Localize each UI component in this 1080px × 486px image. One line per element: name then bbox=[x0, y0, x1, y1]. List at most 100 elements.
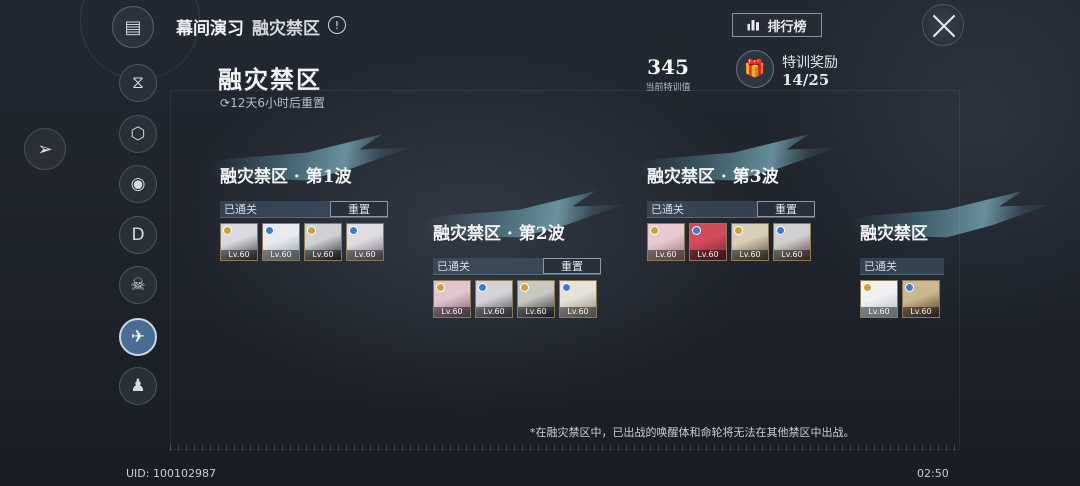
character-portrait[interactable]: Lv.60 bbox=[517, 280, 555, 318]
book-icon: ▤ bbox=[112, 6, 154, 48]
sidebar-item-2[interactable]: ◉ bbox=[119, 165, 157, 203]
user-id: UID: 100102987 bbox=[126, 467, 216, 480]
sidebar-item-4[interactable]: ☠ bbox=[119, 266, 157, 304]
element-badge-icon bbox=[562, 283, 571, 292]
character-level: Lv.60 bbox=[221, 250, 257, 260]
character-level: Lv.60 bbox=[903, 307, 939, 317]
character-portrait[interactable]: Lv.60 bbox=[860, 280, 898, 318]
character-level: Lv.60 bbox=[476, 307, 512, 317]
wave-card-2[interactable]: 融灾禁区 · 第2波已通关 重置 Lv.60 Lv.60 Lv.60 Lv.60 bbox=[393, 191, 623, 318]
sidebar-item-6[interactable]: ♟ bbox=[119, 367, 157, 405]
character-portrait[interactable]: Lv.60 bbox=[559, 280, 597, 318]
sidebar-item-0[interactable]: ⧖ bbox=[119, 64, 157, 102]
character-portrait[interactable]: Lv.60 bbox=[262, 223, 300, 261]
reset-button[interactable]: 重置 bbox=[543, 258, 601, 274]
wave-title: 融灾禁区 · 第3波 bbox=[647, 167, 779, 187]
sidebar-item-3[interactable]: D bbox=[119, 216, 157, 254]
character-portrait[interactable]: Lv.60 bbox=[902, 280, 940, 318]
leaderboard-label: 排行榜 bbox=[767, 19, 807, 35]
page-title: 幕间演习 bbox=[176, 19, 244, 39]
wave-card-1[interactable]: 融灾禁区 · 第1波已通关 重置 Lv.60 Lv.60 Lv.60 Lv.60 bbox=[180, 134, 410, 261]
wave-status-bar: 已通关 重置 bbox=[220, 201, 388, 218]
character-level: Lv.60 bbox=[518, 307, 554, 317]
character-list: Lv.60 Lv.60 Lv.60 Lv.60 bbox=[433, 280, 601, 318]
element-badge-icon bbox=[863, 283, 872, 292]
sidebar-item-5[interactable]: ✈ bbox=[119, 318, 157, 356]
wave-status: 已通关 bbox=[864, 260, 897, 273]
wave-status-bar: 已通关 重置 bbox=[433, 258, 601, 275]
element-badge-icon bbox=[436, 283, 445, 292]
bg-ruler-decoration bbox=[170, 445, 960, 451]
reset-timer-text: 12天6小时后重置 bbox=[230, 96, 325, 110]
info-icon[interactable]: ! bbox=[328, 16, 346, 34]
character-portrait[interactable]: Lv.60 bbox=[689, 223, 727, 261]
character-level: Lv.60 bbox=[861, 307, 897, 317]
character-list: Lv.60 Lv.60 Lv.60 Lv.60 bbox=[220, 223, 388, 261]
character-level: Lv.60 bbox=[648, 250, 684, 260]
close-button[interactable] bbox=[922, 4, 964, 46]
gift-icon[interactable]: 🎁 bbox=[736, 50, 774, 88]
character-level: Lv.60 bbox=[263, 250, 299, 260]
training-score: 345 当前特训值 bbox=[638, 55, 698, 93]
character-list: Lv.60 Lv.60 Lv.60 Lv.60 bbox=[647, 223, 815, 261]
character-portrait[interactable]: Lv.60 bbox=[346, 223, 384, 261]
wave-status: 已通关 bbox=[224, 203, 257, 216]
wave-title: 融灾禁区 bbox=[860, 224, 928, 244]
footer-note: *在融灾禁区中，已出战的唤醒体和命轮将无法在其他禁区中出战。 bbox=[530, 426, 855, 439]
calendar-d-icon: D bbox=[131, 225, 145, 245]
sidebar-item-1[interactable]: ⬡ bbox=[119, 115, 157, 153]
character-level: Lv.60 bbox=[347, 250, 383, 260]
reset-timer: ⟳12天6小时后重置 bbox=[220, 94, 325, 111]
character-portrait[interactable]: Lv.60 bbox=[731, 223, 769, 261]
character-level: Lv.60 bbox=[305, 250, 341, 260]
character-portrait[interactable]: Lv.60 bbox=[433, 280, 471, 318]
skull-icon: ☠ bbox=[130, 275, 146, 295]
character-portrait[interactable]: Lv.60 bbox=[220, 223, 258, 261]
character-level: Lv.60 bbox=[774, 250, 810, 260]
element-badge-icon bbox=[349, 226, 358, 235]
character-portrait[interactable]: Lv.60 bbox=[475, 280, 513, 318]
reset-button[interactable]: 重置 bbox=[330, 201, 388, 217]
wave-card-4[interactable]: 融灾禁区已通关 Lv.60 Lv.60 bbox=[820, 191, 1050, 318]
wave-status: 已通关 bbox=[437, 260, 470, 273]
dna-icon: ⧖ bbox=[132, 73, 144, 93]
element-badge-icon bbox=[223, 226, 232, 235]
wave-status-bar: 已通关 bbox=[860, 258, 944, 275]
wave-title: 融灾禁区 · 第2波 bbox=[433, 224, 565, 244]
paper-plane-icon: ➢ bbox=[37, 138, 53, 160]
training-score-value: 345 bbox=[647, 55, 689, 79]
clock: 02:50 bbox=[917, 467, 949, 480]
wave-card-3[interactable]: 融灾禁区 · 第3波已通关 重置 Lv.60 Lv.60 Lv.60 Lv.60 bbox=[607, 134, 837, 261]
element-badge-icon bbox=[692, 226, 701, 235]
element-badge-icon bbox=[734, 226, 743, 235]
refresh-icon: ⟳ bbox=[220, 96, 231, 110]
element-badge-icon bbox=[650, 226, 659, 235]
navigate-arrow-button[interactable]: ➢ bbox=[24, 128, 66, 170]
element-badge-icon bbox=[905, 283, 914, 292]
character-list: Lv.60 Lv.60 bbox=[860, 280, 944, 318]
element-badge-icon bbox=[520, 283, 529, 292]
leaderboard-button[interactable]: 排行榜 bbox=[732, 13, 822, 37]
reward-count: 14/25 bbox=[782, 71, 830, 89]
bar-chart-icon bbox=[747, 19, 760, 31]
character-level: Lv.60 bbox=[732, 250, 768, 260]
zone-title: 融灾禁区 bbox=[218, 65, 322, 94]
eye-slash-icon: ◉ bbox=[130, 174, 146, 194]
element-badge-icon bbox=[478, 283, 487, 292]
reward-label[interactable]: 特训奖励 bbox=[782, 52, 838, 72]
element-badge-icon bbox=[265, 226, 274, 235]
character-level: Lv.60 bbox=[434, 307, 470, 317]
wave-status: 已通关 bbox=[651, 203, 684, 216]
character-level: Lv.60 bbox=[560, 307, 596, 317]
wave-title: 融灾禁区 · 第1波 bbox=[220, 167, 352, 187]
wave-status-bar: 已通关 重置 bbox=[647, 201, 815, 218]
character-portrait[interactable]: Lv.60 bbox=[773, 223, 811, 261]
character-portrait[interactable]: Lv.60 bbox=[647, 223, 685, 261]
character-level: Lv.60 bbox=[690, 250, 726, 260]
character-portrait[interactable]: Lv.60 bbox=[304, 223, 342, 261]
bird-icon: ✈ bbox=[130, 327, 146, 347]
hexagon-icon: ⬡ bbox=[130, 124, 146, 144]
reset-button[interactable]: 重置 bbox=[757, 201, 815, 217]
user-clock-icon: ♟ bbox=[130, 376, 146, 396]
training-score-label: 当前特训值 bbox=[645, 83, 691, 93]
